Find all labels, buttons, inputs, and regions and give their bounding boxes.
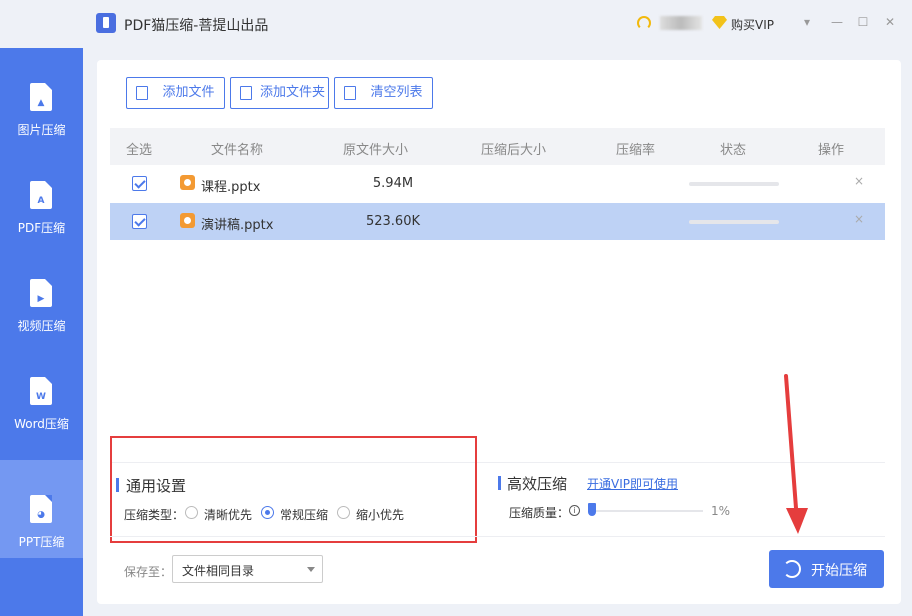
add-folder-button[interactable]: 添加文件夹 [230,77,329,109]
sidebar-item-label: Word压缩 [14,417,69,431]
user-name-blurred[interactable] [660,16,702,30]
sidebar-item-label: PPT压缩 [18,535,65,549]
sidebar-item-word[interactable]: W Word压缩 [0,342,83,440]
buy-vip-link[interactable]: 购买VIP [731,16,774,33]
annotation-highlight-box [110,436,477,543]
vip-diamond-icon[interactable] [712,16,727,29]
chevron-down-icon [307,567,315,572]
table-row[interactable]: 演讲稿.pptx 523.60K × [110,203,885,240]
app-title: PDF猫压缩-菩提山出品 [124,18,269,34]
header-actions: 操作 [818,143,845,158]
minimize-icon[interactable]: — [829,14,845,30]
refresh-icon [783,560,801,578]
status-progress-bar [689,220,779,224]
video-file-icon: ▶ [30,279,52,307]
file-name: 课程.pptx [201,180,261,195]
ppt-file-icon [180,175,195,190]
save-location-select[interactable]: 文件相同目录 [172,555,323,583]
table-row[interactable]: 课程.pptx 5.94M × [110,165,885,202]
delete-row-icon[interactable]: × [854,212,864,226]
quality-value: 1% [711,504,731,518]
quality-slider-track[interactable] [589,510,703,512]
user-avatar-icon[interactable] [637,16,651,30]
pdf-file-icon: A [30,181,52,209]
close-icon[interactable]: ✕ [882,14,898,30]
quality-label: 压缩质量： [509,506,570,520]
image-file-icon: ▲ [30,83,52,111]
sidebar-item-label: 视频压缩 [17,319,66,333]
menu-dropdown-icon[interactable]: ▾ [799,14,815,30]
start-compress-button[interactable]: 开始压缩 [769,550,884,588]
open-vip-link[interactable]: 开通VIP即可使用 [587,475,678,492]
row-checkbox[interactable] [132,176,147,191]
status-progress-bar [689,182,779,186]
sidebar-item-label: PDF压缩 [17,221,66,235]
save-location-value: 文件相同目录 [182,564,255,578]
sidebar-item-video[interactable]: ▶ 视频压缩 [0,244,83,342]
delete-row-icon[interactable]: × [854,174,864,188]
section-marker [498,476,501,490]
sidebar-item-pdf[interactable]: A PDF压缩 [0,146,83,244]
bottom-divider [110,536,885,537]
word-file-icon: W [30,377,52,405]
start-compress-label: 开始压缩 [811,563,867,579]
title-bar: PDF猫压缩-菩提山出品 购买VIP ▾ — ☐ ✕ [0,0,912,48]
add-file-icon [136,86,148,100]
info-icon[interactable]: i [569,505,580,516]
original-size: 5.94M [372,176,414,191]
table-header: 全选 文件名称 原文件大小 压缩后大小 压缩率 状态 操作 [110,128,885,165]
header-status: 状态 [720,143,747,158]
sidebar: ▲ 图片压缩 A PDF压缩 ▶ 视频压缩 W Word压缩 ◕ PPT压缩 [0,48,83,616]
clear-list-button[interactable]: 清空列表 [334,77,433,109]
sidebar-item-label: 图片压缩 [17,123,66,137]
row-checkbox[interactable] [132,214,147,229]
header-ratio: 压缩率 [616,143,656,158]
app-logo-icon [96,13,116,33]
original-size: 523.60K [365,214,420,229]
main-panel: 添加文件 添加文件夹 清空列表 全选 文件名称 原文件大小 压缩后大小 压缩率 … [97,60,901,604]
header-compressed-size: 压缩后大小 [481,143,547,158]
ppt-file-icon: ◕ [30,495,52,523]
maximize-icon[interactable]: ☐ [855,14,871,30]
add-folder-icon [240,86,252,100]
header-file-name: 文件名称 [211,143,264,158]
file-name: 演讲稿.pptx [201,218,274,233]
select-all-header[interactable]: 全选 [126,139,152,158]
header-original-size: 原文件大小 [343,143,409,158]
add-file-button[interactable]: 添加文件 [126,77,225,109]
quality-slider-thumb[interactable] [588,503,597,516]
sidebar-item-image[interactable]: ▲ 图片压缩 [0,48,83,146]
save-to-label: 保存至： [124,565,173,579]
efficient-compression-title: 高效压缩 [507,475,568,493]
trash-icon [344,86,356,100]
ppt-file-icon [180,213,195,228]
sidebar-item-ppt[interactable]: ◕ PPT压缩 [0,460,83,558]
